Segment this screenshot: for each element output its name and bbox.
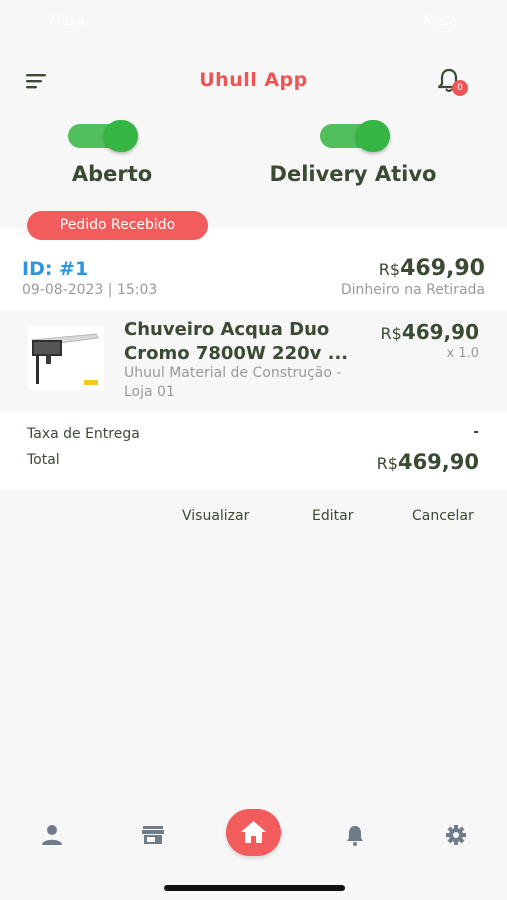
product-image[interactable] bbox=[28, 326, 104, 390]
open-toggle[interactable] bbox=[68, 120, 138, 152]
order-status-badge: Pedido Recebido bbox=[27, 211, 208, 240]
delivery-toggle[interactable] bbox=[320, 120, 390, 152]
payment-method: Dinheiro na Retirada bbox=[340, 282, 485, 298]
order-total: R$469,90 bbox=[379, 256, 485, 281]
app-title: Uhull App bbox=[199, 69, 308, 91]
item-price-value: 469,90 bbox=[401, 320, 479, 344]
item-price-currency: R$ bbox=[380, 324, 402, 343]
top-bar: Uhull App 0 bbox=[0, 60, 507, 104]
status-bar-left: Mesa bbox=[50, 14, 84, 29]
item-quantity: x 1.0 bbox=[446, 346, 480, 361]
gear-icon bbox=[446, 825, 466, 845]
nav-notifications[interactable] bbox=[341, 823, 369, 847]
order-header: ID: #1 09-08-2023 | 15:03 R$469,90 Dinhe… bbox=[0, 256, 507, 306]
order-id: ID: #1 bbox=[22, 258, 89, 280]
order-total-value: 469,90 bbox=[400, 256, 485, 281]
item-price: R$469,90 bbox=[381, 320, 479, 344]
status-bar-right: Mesa bbox=[423, 14, 457, 29]
delivery-toggle-label: Delivery Ativo bbox=[269, 162, 437, 186]
view-button[interactable]: Visualizar bbox=[182, 508, 249, 524]
nav-profile[interactable] bbox=[38, 823, 66, 847]
toggle-group-delivery: Delivery Ativo bbox=[253, 118, 453, 198]
open-toggle-knob bbox=[104, 120, 138, 152]
nav-home[interactable] bbox=[226, 809, 281, 856]
toggle-group-open: Aberto bbox=[12, 118, 212, 198]
open-toggle-label: Aberto bbox=[71, 162, 153, 186]
nav-store[interactable] bbox=[139, 823, 167, 847]
order-actions: Visualizar Editar Cancelar bbox=[0, 508, 507, 528]
order-total-currency: R$ bbox=[378, 260, 401, 279]
bottom-nav bbox=[0, 805, 507, 865]
total-value: R$469,90 bbox=[377, 450, 479, 474]
edit-button[interactable]: Editar bbox=[312, 508, 353, 524]
product-name[interactable]: Chuveiro Acqua Duo Cromo 7800W 220v ... bbox=[124, 318, 364, 366]
delivery-fee-label: Taxa de Entrega bbox=[27, 426, 140, 442]
order-datetime: 09-08-2023 | 15:03 bbox=[22, 282, 158, 298]
home-icon bbox=[241, 821, 266, 843]
delivery-fee-value: - bbox=[473, 424, 479, 440]
notifications-button[interactable]: 0 bbox=[434, 66, 470, 100]
home-indicator bbox=[164, 885, 345, 891]
delivery-fee-row: Taxa de Entrega - bbox=[0, 424, 507, 448]
store-icon bbox=[142, 826, 164, 844]
cancel-button[interactable]: Cancelar bbox=[412, 508, 474, 524]
total-row: Total R$469,90 bbox=[0, 450, 507, 480]
nav-settings[interactable] bbox=[442, 823, 470, 847]
total-amount: 469,90 bbox=[397, 450, 479, 474]
store-name: Uhuul Material de Construção - Loja 01 bbox=[124, 365, 342, 400]
order-item[interactable]: Chuveiro Acqua Duo Cromo 7800W 220v ... … bbox=[0, 310, 507, 412]
bell-icon bbox=[347, 826, 363, 846]
total-label: Total bbox=[27, 452, 60, 468]
order-card[interactable]: ID: #1 09-08-2023 | 15:03 R$469,90 Dinhe… bbox=[0, 228, 507, 490]
status-bar: Mesa Mesa bbox=[0, 14, 507, 34]
user-icon bbox=[42, 825, 62, 845]
notification-badge: 0 bbox=[452, 80, 468, 96]
delivery-toggle-knob bbox=[356, 120, 390, 152]
total-currency: R$ bbox=[376, 454, 398, 473]
